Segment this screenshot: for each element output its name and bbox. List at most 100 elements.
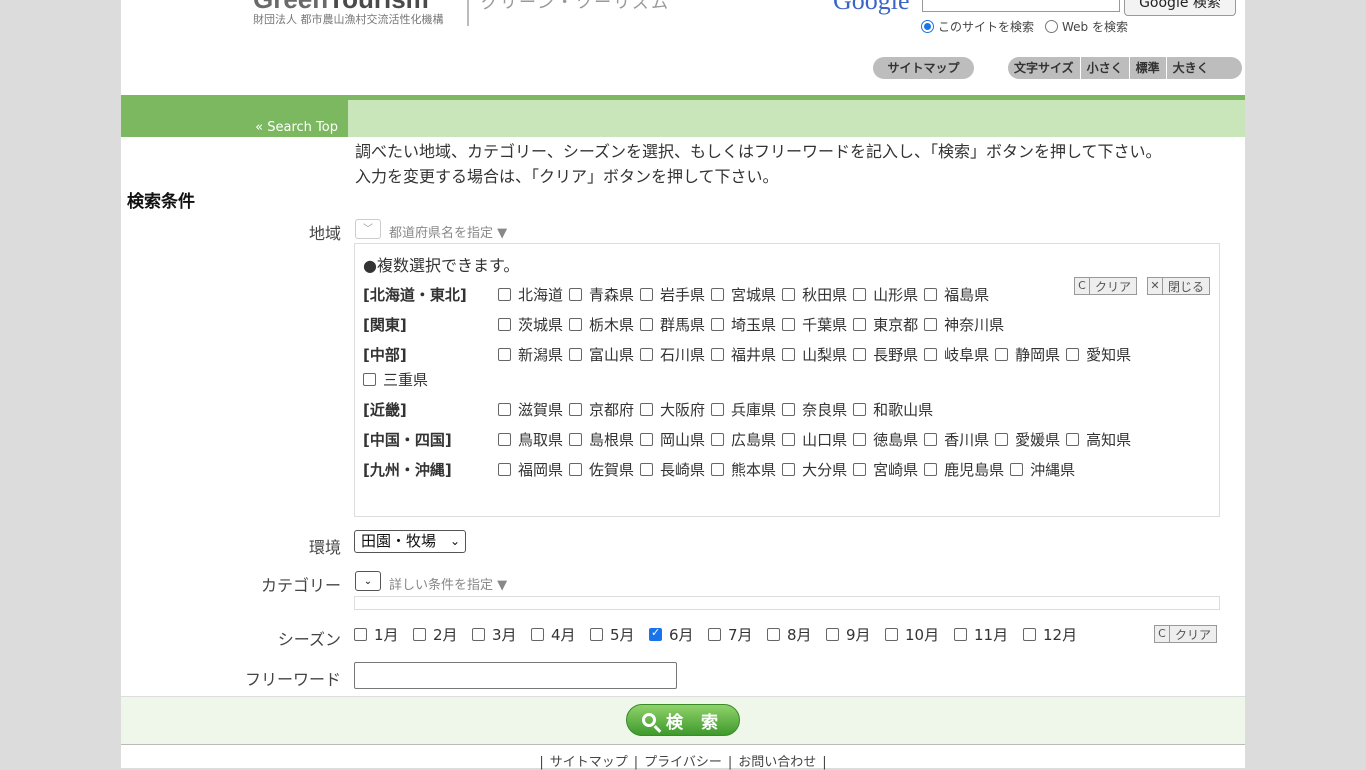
prefecture-checkbox[interactable]: 愛媛県 xyxy=(995,429,1060,450)
checkbox[interactable] xyxy=(640,318,654,331)
checkbox[interactable] xyxy=(569,348,583,361)
prefecture-checkbox[interactable]: 秋田県 xyxy=(782,284,847,305)
checkbox[interactable] xyxy=(853,463,867,476)
checkbox[interactable] xyxy=(413,628,426,641)
region-toggle[interactable]: ﹀ xyxy=(355,219,381,239)
checkbox[interactable] xyxy=(531,628,544,641)
radio-web-search[interactable]: Web を検索 xyxy=(1045,18,1128,35)
checkbox[interactable] xyxy=(569,433,583,446)
checkbox[interactable] xyxy=(708,628,721,641)
prefecture-checkbox[interactable]: 滋賀県 xyxy=(498,399,563,420)
checkbox[interactable] xyxy=(995,348,1009,361)
checkbox[interactable] xyxy=(354,628,367,641)
prefecture-checkbox[interactable]: 岡山県 xyxy=(640,429,705,450)
month-checkbox[interactable]: 11月 xyxy=(954,624,1023,645)
radio-web-indicator[interactable] xyxy=(1045,20,1058,33)
prefecture-checkbox[interactable]: 長野県 xyxy=(853,344,918,365)
freeword-input[interactable] xyxy=(354,662,677,689)
prefecture-checkbox[interactable]: 鹿児島県 xyxy=(924,459,1004,480)
radio-site-indicator[interactable] xyxy=(921,20,934,33)
checkbox[interactable] xyxy=(498,463,511,476)
checkbox[interactable] xyxy=(924,463,938,476)
prefecture-checkbox[interactable]: 宮崎県 xyxy=(853,459,918,480)
checkbox[interactable] xyxy=(711,318,725,331)
prefecture-checkbox[interactable]: 岐阜県 xyxy=(924,344,989,365)
checkbox[interactable] xyxy=(640,288,654,301)
prefecture-checkbox[interactable]: 兵庫県 xyxy=(711,399,776,420)
checkbox[interactable] xyxy=(1010,463,1024,476)
month-checkbox[interactable]: 12月 xyxy=(1023,624,1092,645)
category-toggle[interactable]: ⌄ xyxy=(355,571,381,591)
checkbox[interactable] xyxy=(472,628,485,641)
prefecture-checkbox[interactable]: 福岡県 xyxy=(498,459,563,480)
month-checkbox[interactable]: 8月 xyxy=(767,624,826,645)
prefecture-checkbox[interactable]: 福島県 xyxy=(924,284,989,305)
checkbox[interactable] xyxy=(569,403,583,416)
prefecture-checkbox[interactable]: 和歌山県 xyxy=(853,399,933,420)
radio-site-search[interactable]: このサイトを検索 xyxy=(921,18,1034,35)
checkbox[interactable] xyxy=(363,373,376,386)
checkbox[interactable] xyxy=(782,433,796,446)
checkbox[interactable] xyxy=(853,348,867,361)
checkbox[interactable] xyxy=(640,463,654,476)
checkbox[interactable] xyxy=(853,288,867,301)
checkbox[interactable] xyxy=(711,403,725,416)
sitemap-button[interactable]: サイトマップ xyxy=(873,57,974,79)
checkbox[interactable] xyxy=(995,433,1009,446)
month-checkbox[interactable]: 1月 xyxy=(354,624,413,645)
checkbox[interactable] xyxy=(498,403,511,416)
checkbox[interactable] xyxy=(498,288,511,301)
checkbox[interactable] xyxy=(640,433,654,446)
month-checkbox[interactable]: 4月 xyxy=(531,624,590,645)
prefecture-checkbox[interactable]: 東京都 xyxy=(853,314,918,335)
prefecture-checkbox[interactable]: 青森県 xyxy=(569,284,634,305)
font-normal-button[interactable]: 標準 xyxy=(1130,57,1167,79)
prefecture-checkbox[interactable]: 富山県 xyxy=(569,344,634,365)
prefecture-checkbox[interactable]: 山形県 xyxy=(853,284,918,305)
checkbox[interactable] xyxy=(1023,628,1036,641)
prefecture-checkbox[interactable]: 北海道 xyxy=(498,284,563,305)
checkbox[interactable] xyxy=(569,318,583,331)
prefecture-checkbox[interactable]: 茨城県 xyxy=(498,314,563,335)
checkbox[interactable] xyxy=(590,628,603,641)
prefecture-checkbox[interactable]: 新潟県 xyxy=(498,344,563,365)
checkbox[interactable] xyxy=(885,628,898,641)
google-search-button[interactable]: Google 検索 xyxy=(1124,0,1236,16)
checkbox[interactable] xyxy=(924,318,938,331)
prefecture-checkbox[interactable]: 奈良県 xyxy=(782,399,847,420)
checkbox[interactable] xyxy=(569,288,583,301)
month-checkbox[interactable]: 5月 xyxy=(590,624,649,645)
checkbox[interactable] xyxy=(782,348,796,361)
prefecture-checkbox[interactable]: 香川県 xyxy=(924,429,989,450)
checkbox[interactable] xyxy=(498,318,511,331)
region-hint[interactable]: 都道府県名を指定 ▼ xyxy=(389,222,507,241)
prefecture-checkbox[interactable]: 石川県 xyxy=(640,344,705,365)
checkbox[interactable] xyxy=(640,403,654,416)
checkbox[interactable] xyxy=(782,403,796,416)
prefecture-checkbox[interactable]: 熊本県 xyxy=(711,459,776,480)
checkbox[interactable] xyxy=(711,463,725,476)
prefecture-checkbox[interactable]: 長崎県 xyxy=(640,459,705,480)
checkbox[interactable] xyxy=(711,348,725,361)
prefecture-checkbox[interactable]: 三重県 xyxy=(363,369,428,390)
checkbox[interactable] xyxy=(826,628,839,641)
environment-select[interactable]: 田園・牧場 ⌄ xyxy=(354,530,466,553)
month-checkbox[interactable]: 3月 xyxy=(472,624,531,645)
checkbox[interactable] xyxy=(853,433,867,446)
prefecture-checkbox[interactable]: 千葉県 xyxy=(782,314,847,335)
prefecture-checkbox[interactable]: 徳島県 xyxy=(853,429,918,450)
font-large-button[interactable]: 大きく xyxy=(1167,57,1215,79)
category-hint[interactable]: 詳しい条件を指定 ▼ xyxy=(389,574,507,593)
checkbox[interactable] xyxy=(853,403,867,416)
prefecture-checkbox[interactable]: 神奈川県 xyxy=(924,314,1004,335)
checkbox[interactable] xyxy=(711,288,725,301)
prefecture-checkbox[interactable]: 高知県 xyxy=(1066,429,1131,450)
month-checkbox[interactable]: 9月 xyxy=(826,624,885,645)
checkbox[interactable] xyxy=(853,318,867,331)
checkbox[interactable] xyxy=(782,318,796,331)
checkbox[interactable] xyxy=(649,626,662,641)
checkbox[interactable] xyxy=(711,433,725,446)
prefecture-checkbox[interactable]: 大分県 xyxy=(782,459,847,480)
checkbox[interactable] xyxy=(924,288,938,301)
search-top-link[interactable]: « Search Top xyxy=(255,120,348,135)
